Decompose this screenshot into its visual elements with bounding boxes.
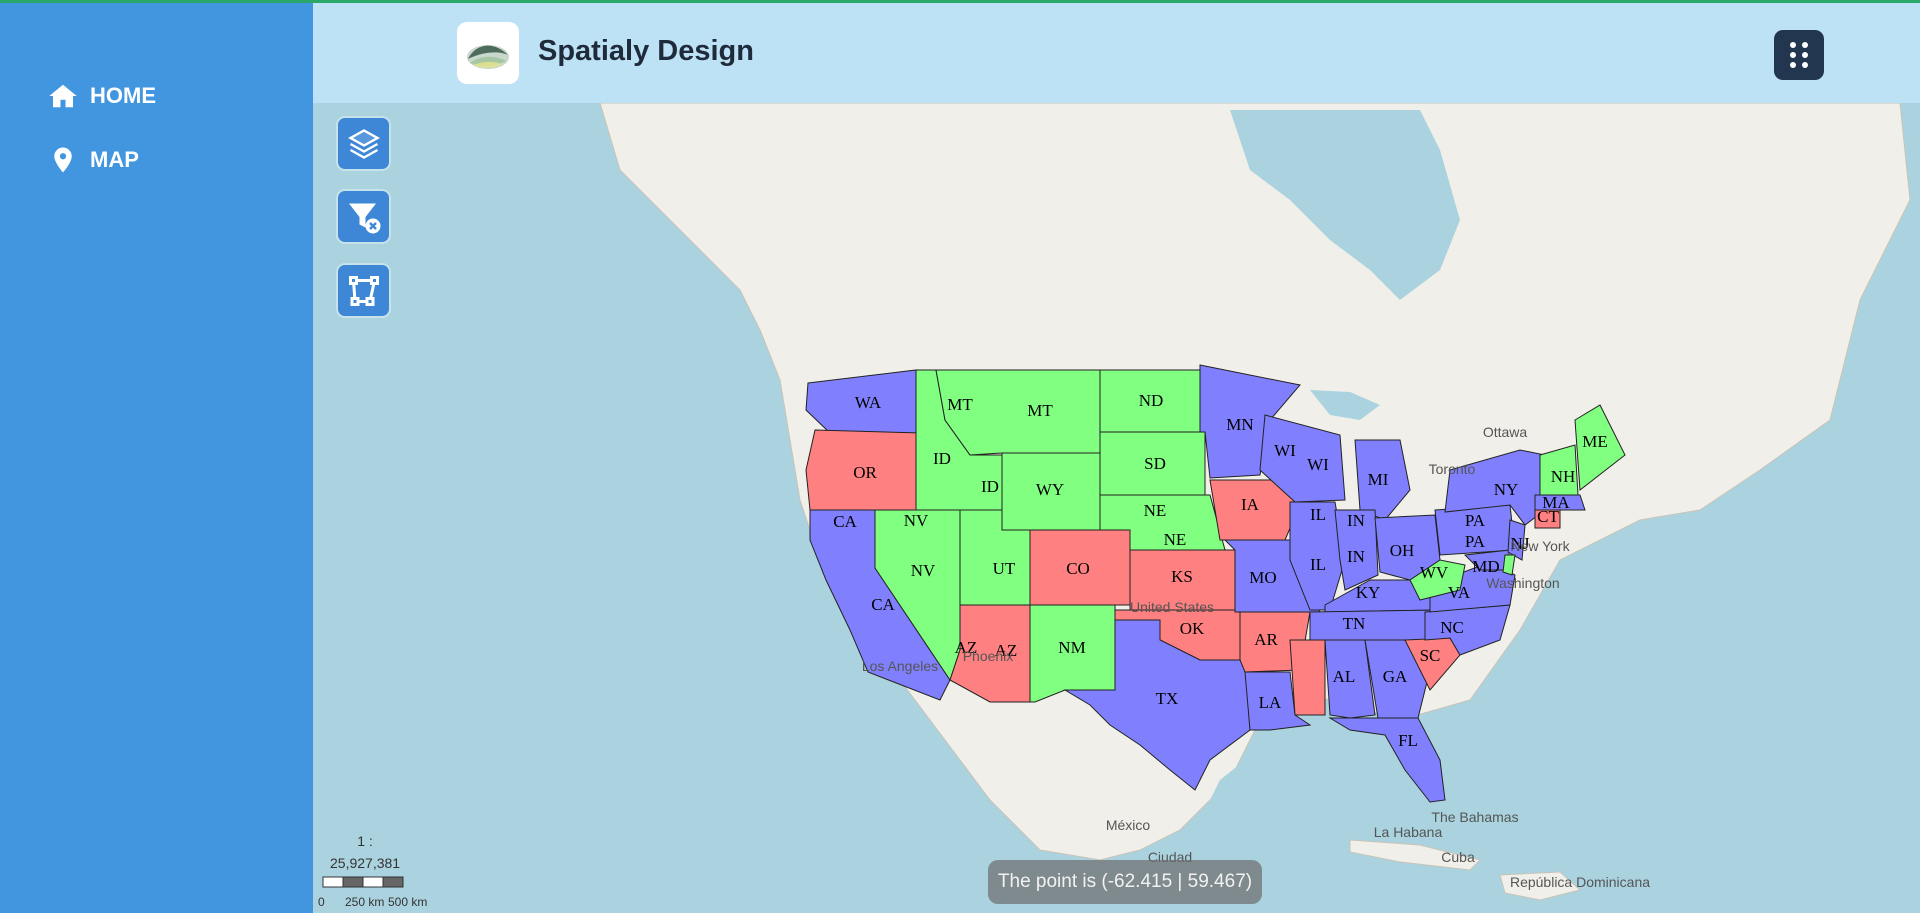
- nav-item-map[interactable]: MAP: [48, 145, 139, 175]
- state-label-ok: OK: [1180, 619, 1205, 638]
- place-label: Phoenix: [963, 648, 1014, 664]
- place-label: República Dominicana: [1510, 874, 1650, 890]
- place-label: La Habana: [1374, 824, 1443, 840]
- polygon-draw-icon: [348, 275, 379, 306]
- state-label-mt: MT: [947, 395, 973, 414]
- logo-icon: [467, 45, 509, 69]
- app-menu-button[interactable]: [1774, 30, 1824, 80]
- clear-filter-button[interactable]: [338, 191, 389, 242]
- scale-label-0: 0: [318, 895, 325, 909]
- state-label-ma: MA: [1542, 493, 1570, 512]
- state-label-ga: GA: [1383, 667, 1408, 686]
- brand-logo[interactable]: [457, 22, 519, 84]
- state-label-sd: SD: [1144, 454, 1166, 473]
- state-label-ny: NY: [1494, 480, 1519, 499]
- state-label-nm: NM: [1058, 638, 1085, 657]
- scale-label-500: 500 km: [388, 895, 428, 909]
- map-view[interactable]: WA OR CA CA NV NV ID ID MT MT WY UT AZ AZ CO NM ND SD NE NE…: [313, 103, 1920, 913]
- state-label-tn: TN: [1343, 614, 1366, 633]
- dots-grid-icon: [1790, 42, 1808, 68]
- state-label-ky: KY: [1356, 583, 1381, 602]
- state-label-ks: KS: [1171, 567, 1193, 586]
- scale-ratio: 1 : 25,927,381: [330, 833, 401, 871]
- state-label-ne: NE: [1144, 501, 1167, 520]
- state-label-va: VA: [1448, 583, 1471, 602]
- top-accent-line: [0, 0, 1920, 3]
- state-label-la: LA: [1259, 693, 1282, 712]
- state-label-co: CO: [1066, 559, 1090, 578]
- state-label-ar: AR: [1254, 630, 1278, 649]
- brand-name: Spatialy Design: [538, 35, 754, 67]
- state-label-wi: WI: [1274, 441, 1296, 460]
- state-label-me: ME: [1582, 432, 1608, 451]
- state-label-wi: WI: [1307, 455, 1329, 474]
- layers-icon: [347, 128, 380, 159]
- state-label-id: ID: [933, 449, 951, 468]
- state-label-il: IL: [1310, 555, 1326, 574]
- place-label: Toronto: [1429, 461, 1476, 477]
- place-label: Los Angeles: [862, 658, 938, 674]
- pointer-coordinates: The point is (-62.415 | 59.467): [988, 860, 1262, 904]
- place-label: United States: [1130, 599, 1214, 615]
- state-label-mi: MI: [1368, 470, 1389, 489]
- state-label-id: ID: [981, 477, 999, 496]
- state-label-nv: NV: [911, 561, 936, 580]
- nav-item-home[interactable]: HOME: [48, 81, 156, 111]
- state-label-wv: WV: [1420, 563, 1449, 582]
- state-label-mt: MT: [1027, 401, 1053, 420]
- nav-item-label: MAP: [90, 147, 139, 172]
- state-label-mn: MN: [1226, 415, 1253, 434]
- scale-bar: [322, 876, 404, 888]
- state-label-nd: ND: [1139, 391, 1164, 410]
- place-label: New York: [1510, 538, 1570, 554]
- state-label-nv: NV: [904, 511, 929, 530]
- draw-polygon-button[interactable]: [338, 265, 389, 316]
- state-label-pa: PA: [1465, 532, 1486, 551]
- state-tn[interactable]: [1309, 609, 1441, 641]
- state-label-ne: NE: [1164, 530, 1187, 549]
- state-label-ca: CA: [833, 512, 857, 531]
- state-label-or: OR: [853, 463, 877, 482]
- state-label-md: MD: [1472, 557, 1499, 576]
- state-label-fl: FL: [1398, 731, 1418, 750]
- place-label: Washington: [1486, 575, 1559, 591]
- state-label-wa: WA: [855, 393, 882, 412]
- nav-item-label: HOME: [90, 83, 156, 108]
- state-label-il: IL: [1310, 505, 1326, 524]
- layers-button[interactable]: [338, 118, 389, 169]
- state-label-al: AL: [1333, 667, 1356, 686]
- state-label-ca: CA: [871, 595, 895, 614]
- state-label-sc: SC: [1420, 646, 1441, 665]
- place-label: Ottawa: [1483, 424, 1528, 440]
- place-label: The Bahamas: [1431, 809, 1518, 825]
- state-label-pa: PA: [1465, 511, 1486, 530]
- scale-label-250: 250 km: [345, 895, 385, 909]
- state-label-mo: MO: [1249, 568, 1276, 587]
- map-pin-icon: [54, 147, 72, 173]
- place-label: México: [1106, 817, 1151, 833]
- place-label: Cuba: [1441, 849, 1475, 865]
- state-label-ut: UT: [993, 559, 1016, 578]
- state-label-in: IN: [1347, 511, 1365, 530]
- home-icon: [49, 84, 77, 108]
- state-label-in: IN: [1347, 547, 1365, 566]
- state-label-oh: OH: [1390, 541, 1415, 560]
- state-label-ia: IA: [1241, 495, 1260, 514]
- state-label-wy: WY: [1036, 480, 1064, 499]
- map-canvas[interactable]: WAORCACANVNVIDIDMT MTWYUTAZ AZCONMNDSDNENE…: [313, 103, 1920, 913]
- filter-clear-icon: [348, 203, 380, 233]
- state-label-nh: NH: [1551, 467, 1576, 486]
- sidebar: HOME MAP: [0, 0, 313, 913]
- state-ms[interactable]: [1289, 639, 1326, 716]
- header: Spatialy Design: [313, 3, 1920, 103]
- state-label-nc: NC: [1440, 618, 1464, 637]
- state-label-tx: TX: [1156, 689, 1179, 708]
